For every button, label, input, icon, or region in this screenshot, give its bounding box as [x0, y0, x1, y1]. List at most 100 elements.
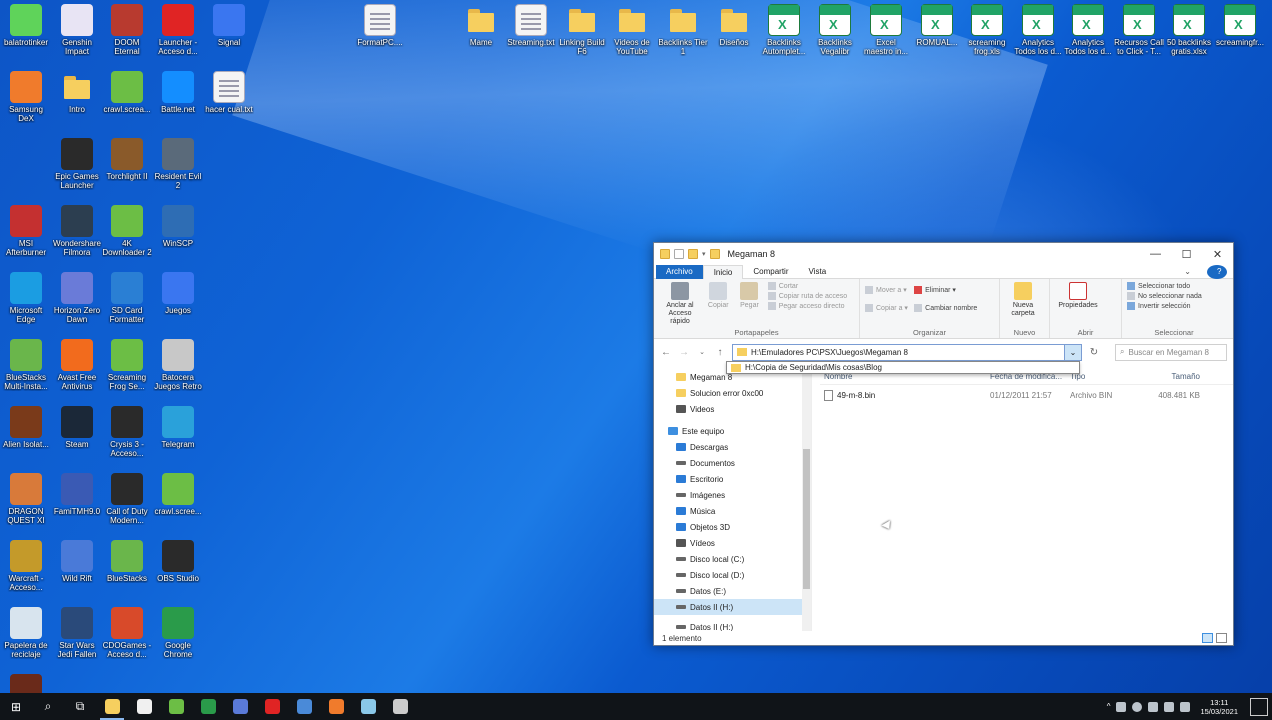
address-suggestion[interactable]: H:\Copia de Seguridad\Mis cosas\Blog — [726, 361, 1080, 374]
cut-button[interactable]: Cortar — [767, 282, 847, 292]
desktop-icon[interactable]: CDOGames - Acceso d... — [102, 607, 152, 673]
select-all-button[interactable]: Seleccionar todo — [1127, 282, 1221, 292]
desktop-icon[interactable]: hacer cual.txt — [204, 71, 254, 137]
taskbar-app-store[interactable] — [128, 693, 160, 720]
desktop-icon[interactable]: Crysis 3 - Acceso... — [102, 406, 152, 472]
paste-button[interactable]: Pegar — [735, 282, 763, 310]
maximize-button[interactable]: ☐ — [1171, 248, 1202, 261]
nav-item[interactable]: Descargas — [654, 439, 811, 455]
nav-item[interactable]: Imágenes — [654, 487, 811, 503]
desktop-icon[interactable]: Mame — [456, 4, 506, 70]
desktop-icon[interactable]: Intro — [52, 71, 102, 137]
nav-item[interactable]: Datos II (H:) — [654, 599, 811, 615]
taskbar-app-notes[interactable] — [352, 693, 384, 720]
desktop-icon[interactable]: Videos de YouTube — [607, 4, 657, 70]
security-icon[interactable] — [1132, 701, 1143, 712]
desktop-icon[interactable]: Diseños — [709, 4, 759, 70]
close-button[interactable]: ✕ — [1202, 248, 1233, 261]
tab-archivo[interactable]: Archivo — [656, 264, 703, 279]
large-icons-view-icon[interactable] — [1216, 633, 1227, 643]
task-view-button[interactable]: ⧉ — [64, 693, 96, 720]
desktop-icon[interactable]: screaming frog.xls — [962, 4, 1012, 70]
forward-arrow-icon[interactable]: → — [678, 347, 690, 358]
desktop-icon[interactable]: BlueStacks Multi-Insta... — [1, 339, 51, 405]
desktop-icon[interactable]: Google Chrome — [153, 607, 203, 673]
tray-overflow-icon[interactable]: ^ — [1107, 702, 1111, 711]
desktop-icon[interactable]: ROMUAL... — [912, 4, 962, 70]
address-text[interactable]: H:\Emuladores PC\PSX\Juegos\Megaman 8 — [751, 348, 908, 357]
search-box[interactable]: ⌕ Buscar en Megaman 8 — [1115, 343, 1227, 361]
volume-icon[interactable] — [1180, 701, 1191, 712]
nav-item[interactable]: Datos (E:) — [654, 583, 811, 599]
desktop-icon[interactable]: Genshin Impact — [52, 4, 102, 70]
delete-button[interactable]: Eliminar ▾ — [914, 286, 977, 296]
desktop-icon[interactable]: Samsung DeX — [1, 71, 51, 137]
desktop-icon[interactable]: Battle.net — [153, 71, 203, 137]
desktop-icon[interactable]: Backlinks Tier 1 — [658, 4, 708, 70]
desktop-icon[interactable]: Warcraft - Acceso... — [1, 540, 51, 606]
nav-item[interactable]: Documentos — [654, 455, 811, 471]
desktop-icon[interactable]: BlueStacks — [102, 540, 152, 606]
desktop-icon[interactable]: Diablo III — [1, 674, 51, 693]
desktop-icon[interactable]: Microsoft Edge — [1, 272, 51, 338]
network-icon[interactable] — [1164, 701, 1175, 712]
nav-item[interactable]: Disco local (D:) — [654, 567, 811, 583]
desktop-icon[interactable]: Wild Rift — [52, 540, 102, 606]
taskbar-app-app-bird[interactable] — [160, 693, 192, 720]
desktop-icon[interactable]: Backlinks Automplet... — [759, 4, 809, 70]
desktop-icon[interactable]: DRAGON QUEST XI S... — [1, 473, 51, 539]
desktop-icon[interactable]: Batocera Juegos Retro — [153, 339, 203, 405]
help-icon[interactable]: ? — [1207, 264, 1227, 279]
copy-to-button[interactable]: Copiar a ▾ — [865, 304, 908, 314]
taskbar-app-monitor[interactable] — [224, 693, 256, 720]
desktop-icon[interactable]: DOOM Eternal — [102, 4, 152, 70]
desktop-icon[interactable]: Papelera de reciclaje — [1, 607, 51, 673]
desktop-icon[interactable]: screamingfr... — [1215, 4, 1265, 70]
address-bar[interactable]: H:\Emuladores PC\PSX\Juegos\Megaman 8 ⌄ — [732, 343, 1082, 361]
desktop-icon[interactable]: Call of Duty Modern... — [102, 473, 152, 539]
desktop-icon[interactable]: 4K Downloader 2 — [102, 205, 152, 271]
nav-item[interactable]: Música — [654, 503, 811, 519]
desktop-icon[interactable]: crawl.screa... — [102, 71, 152, 137]
app-tray-icon[interactable] — [1148, 701, 1159, 712]
nav-item[interactable]: Solucion error 0xc00 — [654, 385, 811, 401]
desktop-icon[interactable]: SD Card Formatter — [102, 272, 152, 338]
paste-shortcut-button[interactable]: Pegar acceso directo — [767, 302, 847, 312]
nav-item[interactable]: Disco local (C:) — [654, 551, 811, 567]
new-folder-button[interactable]: Nueva carpeta — [1005, 282, 1041, 318]
desktop-icon[interactable]: crawl.scree... — [153, 473, 203, 539]
scrollbar-thumb[interactable] — [803, 449, 810, 589]
microphone-icon[interactable] — [1116, 701, 1127, 712]
desktop-icon[interactable]: 50 backlinks gratis.xlsx — [1164, 4, 1214, 70]
invert-selection-button[interactable]: Invertir selección — [1127, 302, 1221, 312]
nav-item[interactable]: Vídeos — [654, 535, 811, 551]
copy-path-button[interactable]: Copiar ruta de acceso — [767, 292, 847, 302]
ribbon-collapse-icon[interactable]: ⌄ — [1174, 265, 1201, 279]
desktop-icon[interactable]: Excel maestro in... — [861, 4, 911, 70]
desktop-icon[interactable]: Resident Evil 2 — [153, 138, 203, 204]
nav-item[interactable]: Objetos 3D — [654, 519, 811, 535]
desktop-icon[interactable]: Telegram — [153, 406, 203, 472]
clock[interactable]: 13:11 15/03/2021 — [1196, 698, 1242, 716]
nav-item[interactable]: Este equipo — [654, 423, 811, 439]
desktop-icon[interactable]: WinSCP — [153, 205, 203, 271]
pin-quick-access-button[interactable]: Anclar al Acceso rápido — [659, 282, 701, 326]
tab-compartir[interactable]: Compartir — [743, 265, 798, 279]
properties-button[interactable]: Propiedades — [1055, 282, 1101, 310]
taskbar-app-opera[interactable] — [256, 693, 288, 720]
search-placeholder[interactable]: Buscar en Megaman 8 — [1128, 348, 1209, 357]
taskbar-app-chrome[interactable] — [192, 693, 224, 720]
taskbar-app-app-circle[interactable] — [384, 693, 416, 720]
file-explorer-window[interactable]: ▾ Megaman 8 — ☐ ✕ Archivo Inicio Compart… — [653, 242, 1234, 646]
back-arrow-icon[interactable]: ← — [660, 347, 672, 358]
desktop-icon[interactable]: Avast Free Antivirus — [52, 339, 102, 405]
file-row[interactable]: 49-m-8.bin 01/12/2011 21:57 Archivo BIN 408… — [820, 387, 1233, 403]
desktop-icon[interactable]: MSI Afterburner — [1, 205, 51, 271]
desktop-icon[interactable]: Linking Build F6 — [557, 4, 607, 70]
nav-item[interactable]: Videos — [654, 401, 811, 417]
properties-quick-icon[interactable] — [674, 249, 684, 259]
desktop-icon[interactable]: Signal — [204, 4, 254, 70]
desktop-icon[interactable]: Analytics Todos los d... — [1013, 4, 1063, 70]
desktop-icon[interactable]: Analytics Todos los d... — [1063, 4, 1113, 70]
desktop-icon[interactable]: Streaming.txt — [506, 4, 556, 70]
